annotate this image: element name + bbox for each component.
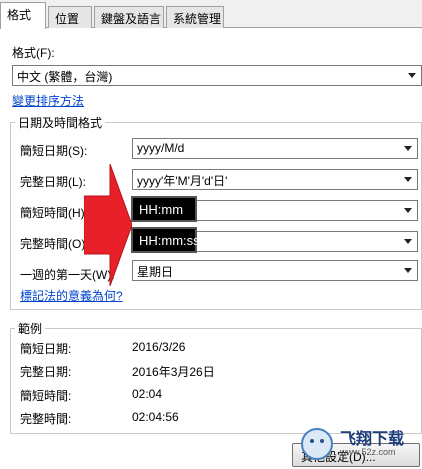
format-select[interactable]: 中文 (繁體，台灣) [12, 65, 422, 86]
tab-keyboard-language[interactable]: 鍵盤及語言 [94, 6, 164, 28]
short-time-label: 簡短時間(H): [20, 206, 88, 220]
first-day-value: 星期日 [137, 265, 174, 279]
logo-icon [301, 428, 333, 460]
long-time-callout: HH:mm:ss [131, 227, 200, 253]
long-date-value: yyyy'年'M'月'd'日' [137, 174, 228, 188]
tab-administrative[interactable]: 系統管理 [166, 6, 224, 28]
examples-group-title: 範例 [15, 320, 46, 337]
chevron-down-icon [408, 73, 416, 78]
tab-bar: 格式 位置 鍵盤及語言 系統管理 [0, 0, 422, 29]
example-label: 簡短日期: [20, 342, 72, 356]
short-date-select[interactable]: yyyy/M/d [132, 138, 418, 159]
watermark-url: www.52z.com [340, 447, 396, 457]
first-day-select[interactable]: 星期日 [132, 260, 418, 281]
tab-format[interactable]: 格式 [0, 2, 46, 29]
chevron-down-icon [404, 239, 412, 244]
tab-location[interactable]: 位置 [48, 6, 92, 28]
watermark-logo: 飞翔下载 www.52z.com [300, 423, 420, 467]
example-value: 2016年3月26日 [132, 365, 215, 379]
change-sort-link[interactable]: 變更排序方法 [12, 92, 84, 109]
red-arrow-icon [84, 164, 132, 286]
chevron-down-icon [404, 146, 412, 151]
example-label: 完整日期: [20, 365, 72, 379]
chevron-down-icon [404, 268, 412, 273]
example-label: 完整時間: [20, 412, 72, 426]
example-value: 02:04 [132, 387, 163, 401]
long-date-select[interactable]: yyyy'年'M'月'd'日' [132, 169, 418, 190]
chevron-down-icon [404, 177, 412, 182]
example-label: 簡短時間: [20, 389, 72, 403]
watermark-text: 飞翔下载 [340, 429, 405, 448]
examples-group [10, 328, 422, 434]
chevron-down-icon [404, 208, 412, 213]
long-date-label: 完整日期(L): [20, 175, 87, 189]
long-time-label: 完整時間(O): [20, 237, 89, 251]
notation-help-link[interactable]: 標記法的意義為何? [20, 287, 123, 304]
example-value: 2016/3/26 [132, 340, 186, 354]
example-value: 02:04:56 [132, 410, 179, 424]
short-date-value: yyyy/M/d [137, 141, 185, 155]
short-date-label: 簡短日期(S): [20, 144, 88, 158]
short-time-callout: HH:mm [131, 196, 197, 222]
format-select-value: 中文 (繁體，台灣) [17, 70, 113, 84]
datetime-group-title: 日期及時間格式 [15, 114, 106, 131]
format-panel: 格式(F): 中文 (繁體，台灣) 變更排序方法 日期及時間格式 簡短日期(S)… [0, 28, 422, 469]
format-label: 格式(F): [12, 46, 55, 60]
